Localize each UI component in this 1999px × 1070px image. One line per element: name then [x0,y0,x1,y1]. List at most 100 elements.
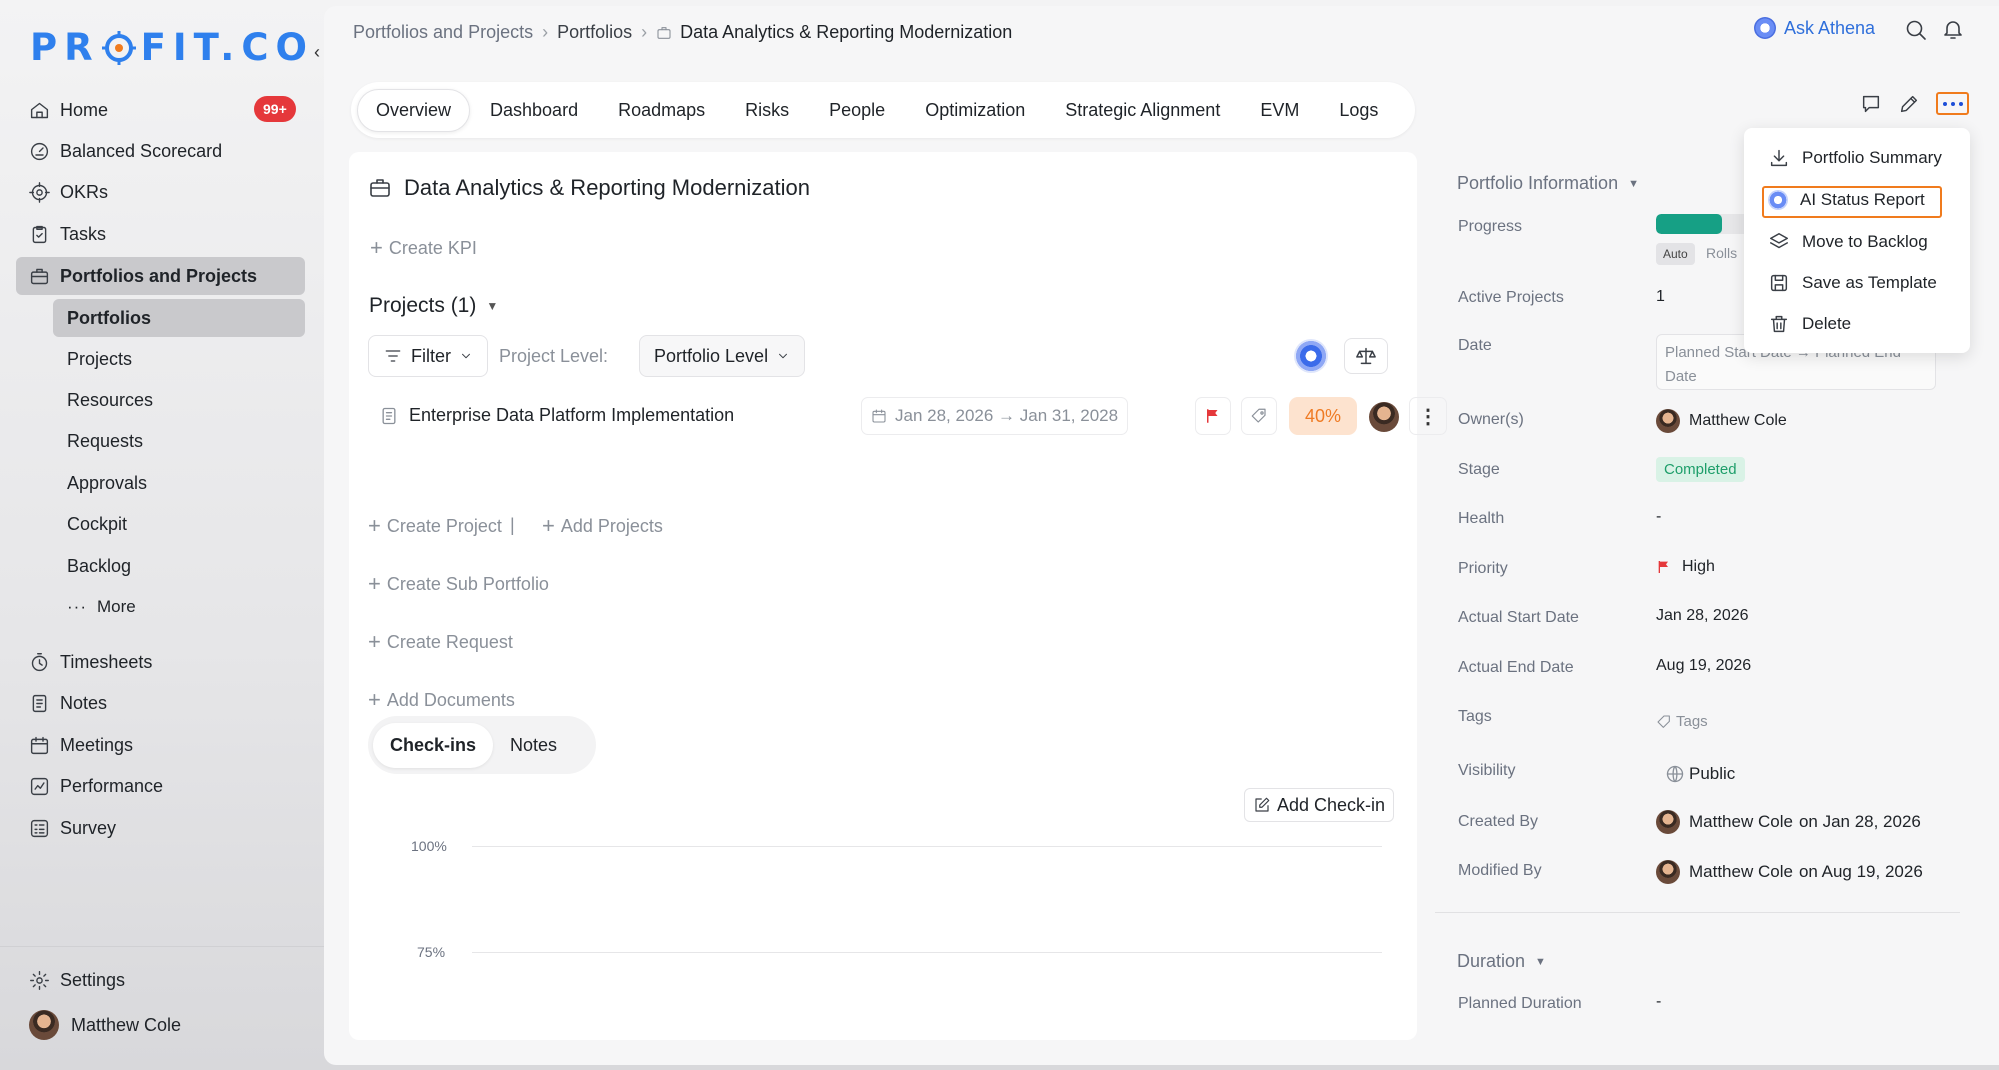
project-name[interactable]: Enterprise Data Platform Implementation [379,405,734,426]
balance-button[interactable] [1344,338,1388,374]
owner-value[interactable]: Matthew Cole [1656,409,1787,433]
tab-risks[interactable]: Risks [725,89,809,132]
planned-duration-label: Planned Duration [1458,995,1582,1012]
separator-bar: | [510,515,515,535]
tab-people[interactable]: People [809,89,905,132]
planned-duration-value[interactable]: - [1656,993,1661,1011]
subitem-label: Projects [67,348,133,369]
chart-gridline [472,846,1382,847]
health-label: Health [1458,510,1505,527]
search-icon[interactable] [1904,18,1928,42]
tag-button[interactable] [1241,397,1277,435]
sidebar-item-settings[interactable]: Settings [16,961,305,999]
tab-dashboard[interactable]: Dashboard [470,89,598,132]
project-name-text: Enterprise Data Platform Implementation [409,405,735,425]
sidebar-item-timesheets[interactable]: Timesheets [16,643,305,681]
sidebar-item-performance[interactable]: Performance [16,767,305,805]
progress-fill [1656,214,1722,234]
create-project-link[interactable]: + Create Project [368,515,502,537]
created-on-date: on Jan 28, 2026 [1798,812,1921,831]
menu-item-label: AI Status Report [1800,190,1925,209]
duration-header[interactable]: Duration ▼ [1457,951,1546,972]
sidebar-item-balanced-scorecard[interactable]: Balanced Scorecard [16,132,305,170]
sidebar-user[interactable]: Matthew Cole [16,1006,305,1044]
project-more-button[interactable]: ⋮ [1409,397,1447,435]
briefcase-icon [30,268,49,284]
sidebar-item-okrs[interactable]: OKRs [16,173,305,211]
portfolio-title-text: Data Analytics & Reporting Modernization [404,175,810,200]
priority-value[interactable]: High [1656,558,1715,576]
tab-checkins[interactable]: Check-ins [373,722,494,768]
sidebar-subitem-requests[interactable]: Requests [53,422,305,460]
project-row[interactable]: Enterprise Data Platform Implementation … [369,395,1447,439]
add-checkin-button[interactable]: Add Check-in [1244,788,1395,822]
sidebar-subitem-portfolios[interactable]: Portfolios [53,299,305,337]
menu-item-save-as-template[interactable]: Save as Template [1768,272,1937,294]
project-level-select[interactable]: Portfolio Level [639,335,806,377]
breadcrumb-current: Data Analytics & Reporting Modernization [680,22,1013,42]
create-sub-portfolio-link[interactable]: + Create Sub Portfolio [368,573,549,595]
menu-item-ai-status-report[interactable]: AI Status Report [1768,190,1925,210]
more-options-button[interactable] [1936,92,1969,115]
comment-icon[interactable] [1860,93,1882,115]
save-icon [1770,274,1788,292]
breadcrumb-item[interactable]: Portfolios [557,22,632,43]
sidebar-item-tasks[interactable]: Tasks [16,215,305,253]
menu-item-label: Save as Template [1802,273,1937,292]
actual-end-value[interactable]: Aug 19, 2026 [1656,657,1751,675]
collapse-sidebar-icon[interactable]: ‹ [314,42,320,63]
tags-value[interactable]: Tags [1656,713,1708,730]
sidebar-subitem-cockpit[interactable]: Cockpit [53,505,305,543]
sidebar-item-label: Settings [60,969,126,990]
health-value[interactable]: - [1656,508,1661,526]
create-request-link[interactable]: + Create Request [368,631,513,653]
priority-flag-button[interactable] [1195,397,1231,435]
project-owner-avatar[interactable] [1369,402,1399,432]
actual-start-value[interactable]: Jan 28, 2026 [1656,607,1749,625]
ask-athena-button[interactable]: Ask Athena [1754,17,1875,39]
tag-icon [1657,714,1670,728]
sidebar-subitem-projects[interactable]: Projects [53,340,305,378]
menu-item-delete[interactable]: Delete [1768,313,1851,335]
tab-notes[interactable]: Notes [493,723,574,768]
sidebar-subitem-backlog[interactable]: Backlog [53,547,305,585]
visibility-value[interactable]: Public [1665,764,1735,784]
projects-header[interactable]: Projects (1) ▼ [369,294,498,318]
create-kpi-link[interactable]: + Create KPI [370,237,477,259]
stage-value[interactable]: Completed [1656,457,1745,482]
sidebar-item-meetings[interactable]: Meetings [16,726,305,764]
menu-item-portfolio-summary[interactable]: Portfolio Summary [1768,147,1942,169]
avatar [1656,409,1680,433]
auto-chip[interactable]: Auto [1656,243,1695,265]
sidebar-item-portfolios-and-projects[interactable]: Portfolios and Projects [16,257,305,295]
add-documents-link[interactable]: + Add Documents [368,689,515,711]
create-project-label: Create Project [386,515,502,536]
tab-strategic-alignment[interactable]: Strategic Alignment [1045,89,1240,132]
sidebar-subitem-approvals[interactable]: Approvals [53,464,305,502]
breadcrumb-item[interactable]: Portfolios and Projects [353,22,533,43]
sidebar-item-survey[interactable]: Survey [16,809,305,847]
project-date-range[interactable]: Jan 28, 2026 → Jan 31, 2028 [861,397,1129,435]
tab-overview[interactable]: Overview [357,88,471,132]
portfolio-info-header[interactable]: Portfolio Information ▼ [1457,173,1639,194]
pencil-icon[interactable] [1898,93,1920,115]
tab-optimization[interactable]: Optimization [905,89,1045,132]
notes-icon [32,694,47,712]
sidebar-item-notes[interactable]: Notes [16,684,305,722]
create-sub-portfolio-label: Create Sub Portfolio [386,573,549,594]
filter-button[interactable]: Filter [368,335,488,377]
ai-assist-icon[interactable] [1294,339,1328,373]
sidebar-subitem-resources[interactable]: Resources [53,381,305,419]
tab-evm[interactable]: EVM [1240,89,1319,132]
athena-icon [1768,190,1788,210]
sidebar-item-label: Portfolios and Projects [60,265,258,286]
tab-logs[interactable]: Logs [1319,89,1398,132]
modified-on-date: on Aug 19, 2026 [1798,862,1923,881]
tab-roadmaps[interactable]: Roadmaps [598,89,725,132]
menu-item-move-to-backlog[interactable]: Move to Backlog [1768,231,1928,253]
active-projects-label: Active Projects [1458,289,1564,306]
bell-icon[interactable] [1941,17,1965,41]
subitem-label: Backlog [67,555,132,576]
add-projects-link[interactable]: + Add Projects [542,515,663,537]
sidebar-subitem-more[interactable]: ··· More [53,588,305,626]
